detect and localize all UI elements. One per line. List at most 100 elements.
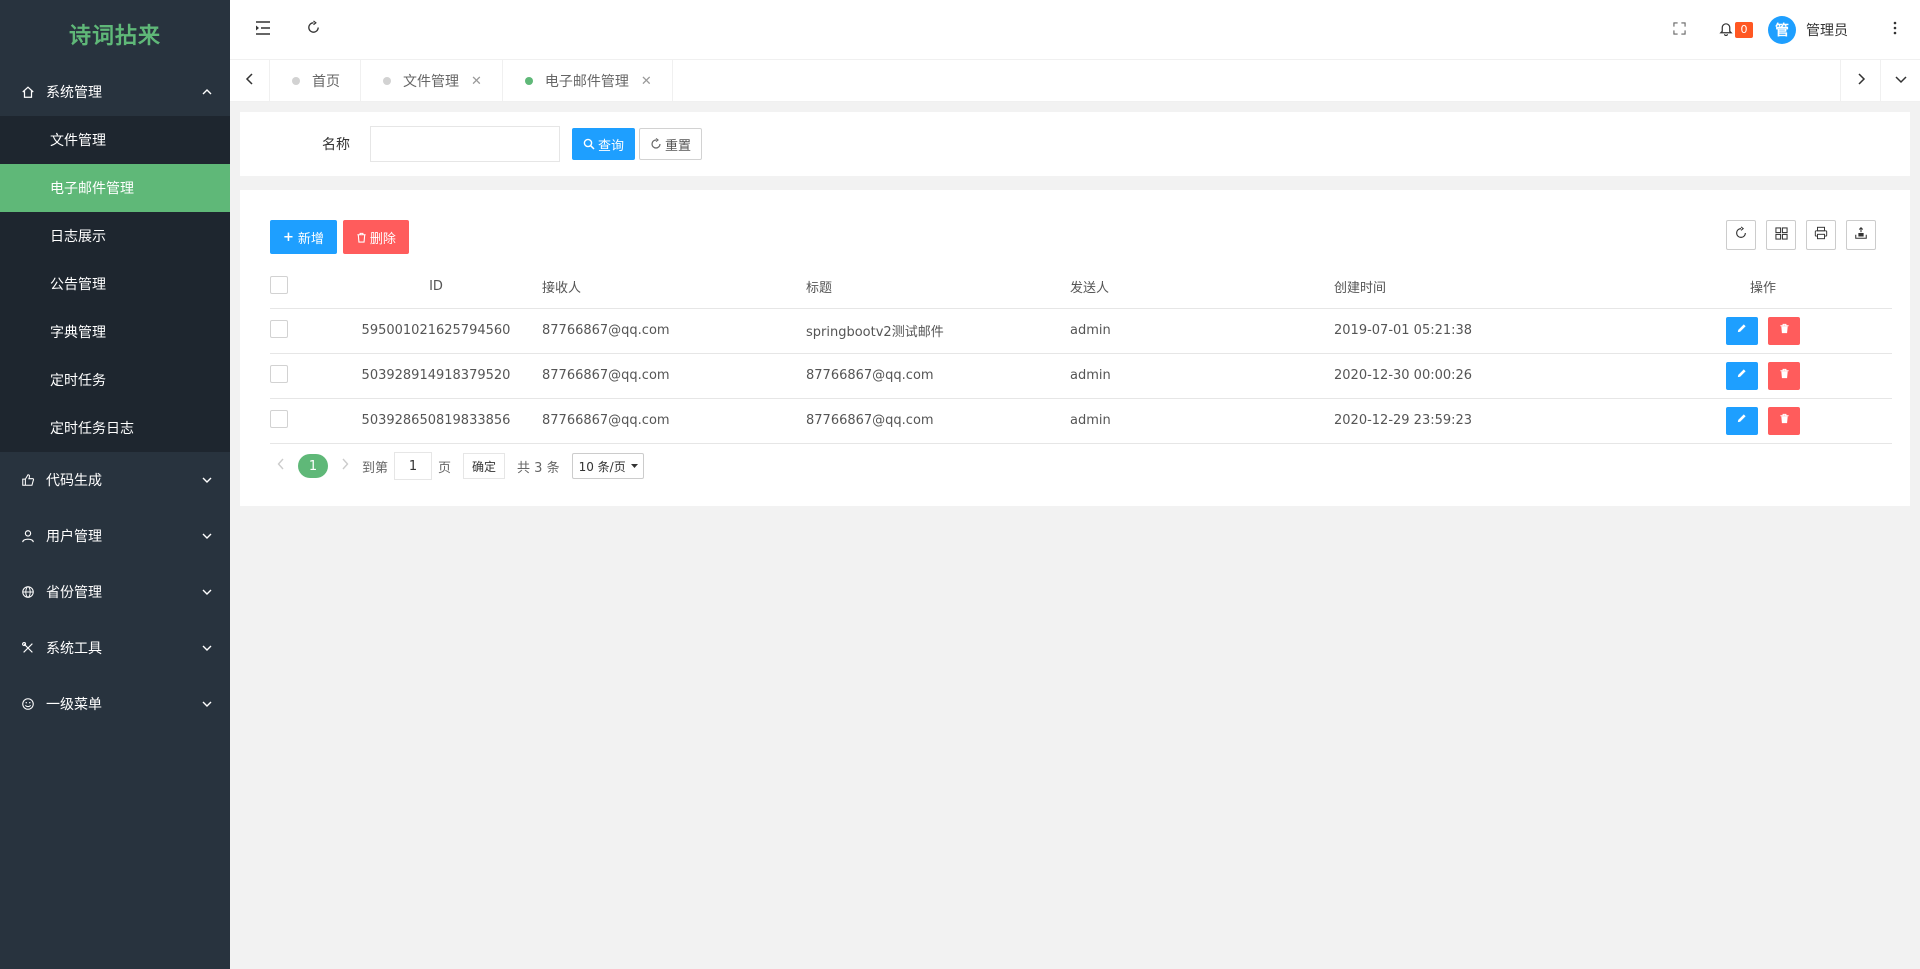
row-delete-button[interactable] — [1768, 316, 1801, 345]
goto-page-input[interactable]: 1 — [394, 452, 433, 480]
chevron-down-icon — [200, 697, 214, 711]
sidebar-group-province[interactable]: 省份管理 — [0, 564, 230, 620]
sidebar-item-job-log[interactable]: 定时任务日志 — [0, 404, 230, 452]
close-icon[interactable]: ✕ — [641, 74, 652, 89]
tab-email-management[interactable]: 电子邮件管理 ✕ — [503, 60, 673, 102]
next-page-button[interactable] — [334, 452, 356, 480]
row-select-cell — [270, 308, 330, 354]
edit-button[interactable] — [1725, 406, 1758, 435]
table-refresh-button[interactable] — [1726, 220, 1756, 250]
row-checkbox[interactable] — [270, 409, 288, 428]
query-button-label: 查询 — [598, 138, 625, 154]
sidebar-item-notice[interactable]: 公告管理 — [0, 260, 230, 308]
sidebar-group-user[interactable]: 用户管理 — [0, 508, 230, 564]
cell-sender: admin — [1070, 308, 1334, 354]
row-delete-button[interactable] — [1768, 361, 1801, 390]
column-header-title[interactable]: 标题 — [806, 266, 1070, 309]
more-button[interactable] — [1870, 0, 1920, 60]
name-input[interactable] — [370, 126, 560, 162]
page-tabs: 首页 文件管理 ✕ 电子邮件管理 ✕ — [230, 60, 1920, 102]
page-unit-label: 页 — [438, 460, 452, 476]
column-header-sender[interactable]: 发送人 — [1070, 266, 1334, 309]
table-row[interactable]: 595001021625794560 87766867@qq.com sprin… — [270, 308, 1892, 354]
add-button-label: 新增 — [297, 231, 324, 247]
tab-home[interactable]: 首页 — [270, 60, 361, 102]
add-button[interactable]: + 新增 — [270, 220, 337, 254]
query-button[interactable]: 查询 — [572, 128, 636, 160]
column-header-id[interactable]: ID — [330, 266, 542, 309]
plus-icon: + — [283, 229, 294, 245]
sidebar-item-log[interactable]: 日志展示 — [0, 212, 230, 260]
submenu-system: 文件管理 电子邮件管理 日志展示 公告管理 字典管理 定时任务 定时任务日志 — [0, 116, 230, 452]
trash-icon — [1779, 413, 1790, 428]
cell-created: 2020-12-29 23:59:23 — [1334, 398, 1634, 444]
delete-button[interactable]: 删除 — [342, 220, 409, 254]
avatar[interactable]: 管 — [1768, 16, 1796, 44]
row-select-cell — [270, 353, 330, 399]
export-button[interactable] — [1846, 220, 1876, 250]
row-checkbox[interactable] — [270, 364, 288, 383]
sidebar-item-label: 定时任务 — [50, 373, 106, 389]
sidebar-item-file[interactable]: 文件管理 — [0, 116, 230, 164]
page-size-select[interactable]: 10 条/页 — [571, 453, 644, 479]
page-size-value: 10 条/页 — [578, 459, 626, 474]
tabs-scroll-left-button[interactable] — [230, 60, 270, 102]
table-toolbar-left: + 新增 删除 — [270, 220, 409, 254]
goto-confirm-button[interactable]: 确定 — [463, 453, 506, 479]
row-checkbox[interactable] — [270, 319, 288, 338]
close-icon[interactable]: ✕ — [471, 74, 482, 89]
fullscreen-button[interactable] — [1654, 0, 1704, 60]
column-header-created[interactable]: 创建时间 — [1334, 266, 1634, 309]
cell-title: 87766867@qq.com — [806, 353, 1070, 399]
tabs-scroll-right-button[interactable] — [1840, 60, 1880, 102]
column-header-actions: 操作 — [1634, 266, 1892, 309]
tabs-menu-button[interactable] — [1880, 60, 1920, 102]
chevron-down-icon — [200, 641, 214, 655]
home-icon — [20, 84, 36, 100]
notification-button[interactable]: 0 — [1704, 0, 1768, 60]
cell-created: 2019-07-01 05:21:38 — [1334, 308, 1634, 354]
sidebar-item-dict[interactable]: 字典管理 — [0, 308, 230, 356]
reset-button-label: 重置 — [665, 138, 692, 154]
menu-toggle-button[interactable] — [238, 0, 288, 60]
reset-button[interactable]: 重置 — [639, 128, 703, 160]
sidebar-group-level1[interactable]: 一级菜单 — [0, 676, 230, 732]
table-row[interactable]: 503928914918379520 87766867@qq.com 87766… — [270, 353, 1892, 399]
sidebar-item-email[interactable]: 电子邮件管理 — [0, 164, 230, 212]
edit-button[interactable] — [1725, 361, 1758, 390]
bell-icon — [1719, 21, 1733, 40]
table-row[interactable]: 503928650819833856 87766867@qq.com 87766… — [270, 398, 1892, 444]
sidebar-group-codegen[interactable]: 代码生成 — [0, 452, 230, 508]
columns-button[interactable] — [1766, 220, 1796, 250]
print-button[interactable] — [1806, 220, 1836, 250]
grid-icon — [1774, 226, 1788, 244]
email-table-card: + 新增 删除 ID 接收人 标题 发送人 创建时间 操作 5950010216… — [240, 190, 1910, 506]
refresh-icon — [306, 20, 321, 39]
print-icon — [1814, 226, 1828, 244]
username[interactable]: 管理员 — [1806, 20, 1848, 40]
refresh-button[interactable] — [288, 0, 338, 60]
sidebar-group-label: 一级菜单 — [46, 697, 102, 713]
name-label: 名称 — [322, 137, 350, 153]
select-all-checkbox[interactable] — [270, 275, 288, 294]
row-delete-button[interactable] — [1768, 406, 1801, 435]
pencil-icon — [1736, 368, 1747, 383]
column-header-receiver[interactable]: 接收人 — [542, 266, 806, 309]
user-icon — [20, 528, 36, 544]
cell-sender: admin — [1070, 398, 1334, 444]
tab-file-management[interactable]: 文件管理 ✕ — [361, 60, 503, 102]
sidebar-item-job[interactable]: 定时任务 — [0, 356, 230, 404]
sidebar-item-label: 日志展示 — [50, 229, 106, 245]
tab-label: 首页 — [312, 74, 340, 90]
total-count: 共 3 条 — [517, 460, 560, 476]
page-number-current[interactable]: 1 — [298, 454, 328, 478]
edit-button[interactable] — [1725, 316, 1758, 345]
cell-actions — [1634, 398, 1892, 444]
sidebar-group-system[interactable]: 系统管理 — [0, 68, 230, 116]
tools-icon — [20, 640, 36, 656]
prev-page-button[interactable] — [270, 452, 292, 480]
cell-id: 503928650819833856 — [330, 398, 542, 444]
chevron-down-icon — [630, 463, 639, 469]
sidebar-group-tools[interactable]: 系统工具 — [0, 620, 230, 676]
sidebar-group-label: 代码生成 — [46, 473, 102, 489]
